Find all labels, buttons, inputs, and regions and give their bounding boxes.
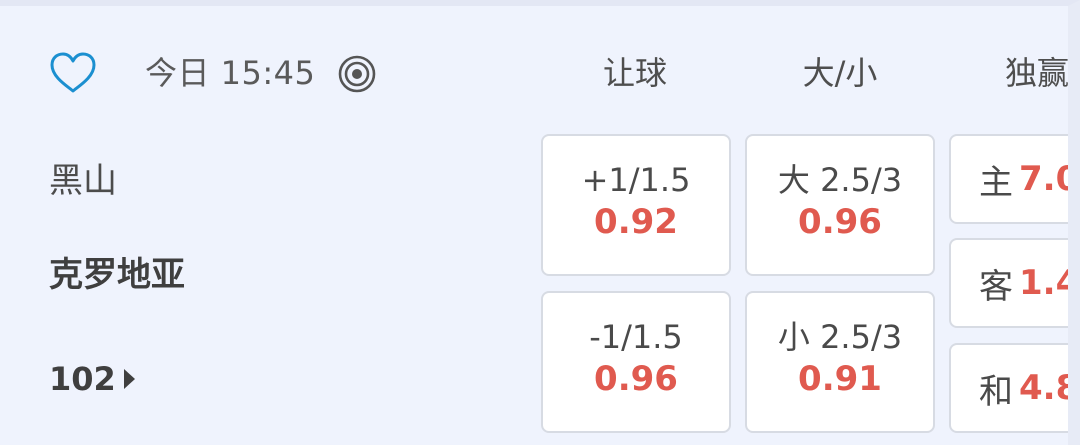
odds-value: 0.91: [798, 359, 882, 399]
odds-line: -1/1.5: [589, 318, 683, 356]
odds-button-handicap-away[interactable]: -1/1.5 0.96: [541, 291, 731, 433]
column-header-handicap: 让球: [602, 54, 667, 92]
odds-line: 小 2.5/3: [777, 318, 903, 356]
moneyline-value: 1.4: [1019, 263, 1080, 303]
odds-button-moneyline-draw[interactable]: 和 4.8: [949, 343, 1080, 433]
moneyline-label: 和: [979, 371, 1013, 412]
odds-button-total-under[interactable]: 小 2.5/3 0.91: [745, 291, 935, 433]
odds-button-moneyline-home[interactable]: 主 7.0: [949, 134, 1080, 224]
odds-button-handicap-home[interactable]: +1/1.5 0.92: [541, 134, 731, 276]
odds-line: 大 2.5/3: [777, 161, 903, 199]
moneyline-value: 4.8: [1019, 368, 1080, 408]
odds-line: +1/1.5: [581, 161, 691, 199]
moneyline-label: 客: [979, 266, 1013, 307]
more-markets-link[interactable]: 102: [49, 356, 135, 402]
home-team-name: 黑山: [49, 161, 117, 201]
more-markets-count: 102: [49, 360, 116, 398]
odds-value: 0.92: [594, 202, 678, 242]
column-header-total: 大/小: [802, 54, 878, 92]
column-header-moneyline: 独赢: [1005, 54, 1070, 92]
heart-outline-icon[interactable]: [49, 51, 97, 95]
target-icon[interactable]: [337, 54, 377, 94]
caret-right-icon: [123, 369, 135, 389]
odds-value: 0.96: [594, 359, 678, 399]
away-team-name: 克罗地亚: [49, 255, 185, 295]
odds-value: 0.96: [798, 202, 882, 242]
odds-button-total-over[interactable]: 大 2.5/3 0.96: [745, 134, 935, 276]
odds-button-moneyline-away[interactable]: 客 1.4: [949, 238, 1080, 328]
moneyline-value: 7.0: [1019, 159, 1080, 199]
moneyline-label: 主: [979, 162, 1013, 203]
match-card: 今日 15:45 让球 大/小 独赢 黑山 克罗地亚 102 +1/1.5 0.…: [0, 0, 1080, 445]
match-time: 今日 15:45: [145, 54, 316, 92]
